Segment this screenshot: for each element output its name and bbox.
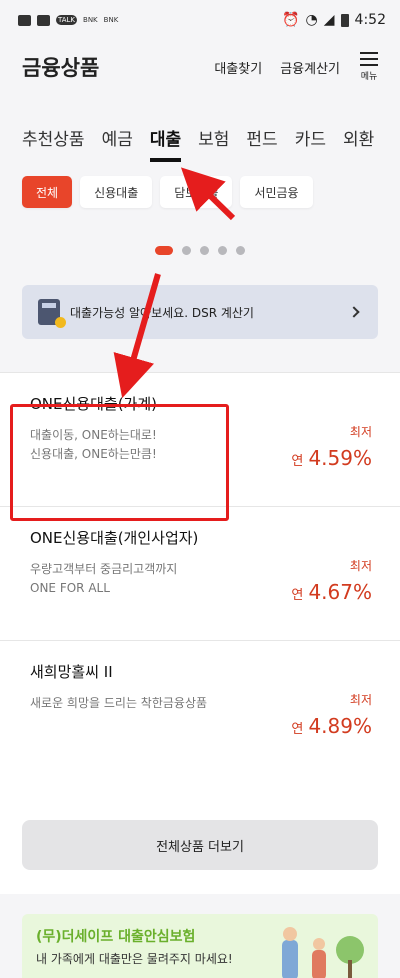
product-tabs: 추천상품 예금 대출 보험 펀드 카드 외환 — [0, 94, 400, 164]
insurance-promo-banner[interactable]: (무)더세이프 대출안심보험 내 가족에게 대출만은 물려주지 마세요! — [22, 914, 378, 978]
signal-icon: ◢ — [323, 12, 335, 28]
status-time: 4:52 — [354, 12, 386, 28]
bank-icon: BNK — [83, 15, 98, 24]
carousel-dot[interactable] — [236, 246, 245, 255]
product-name: 새희망홀씨 II — [30, 663, 113, 681]
family-illustration-icon — [282, 927, 364, 978]
carousel-dot[interactable] — [182, 246, 191, 255]
financial-calculator-link[interactable]: 금융계산기 — [280, 58, 340, 77]
view-all-products-button[interactable]: 전체상품 더보기 — [22, 820, 378, 870]
rate-value: 4.59% — [308, 446, 372, 470]
app-header: 금융상품 대출찾기 금융계산기 메뉴 — [0, 40, 400, 94]
calculator-icon — [38, 299, 66, 328]
carousel-dot[interactable] — [200, 246, 209, 255]
battery-icon — [340, 13, 349, 27]
tab-fund[interactable]: 펀드 — [246, 125, 277, 154]
page-title: 금융상품 — [22, 56, 100, 80]
carousel-dot-active[interactable] — [155, 246, 173, 255]
tab-card[interactable]: 카드 — [295, 125, 326, 154]
carousel-indicator — [0, 246, 400, 255]
product-name: ONE신용대출(개인사업자) — [30, 529, 199, 547]
status-left-icons: TALK BNK BNK — [18, 14, 119, 26]
tab-recommended[interactable]: 추천상품 — [22, 125, 85, 154]
rate-prefix: 연 — [291, 588, 304, 603]
status-bar: TALK BNK BNK ⏰ ◔ ◢ 4:52 — [0, 0, 400, 40]
tab-insurance[interactable]: 보험 — [198, 125, 229, 154]
rate-box: 최저 연 4.59% — [291, 423, 372, 470]
wifi-icon: ◔ — [305, 12, 318, 28]
more-section: 전체상품 더보기 — [0, 774, 400, 894]
tab-deposit[interactable]: 예금 — [102, 125, 133, 154]
tab-forex[interactable]: 외환 — [343, 125, 374, 154]
gallery-icon — [18, 14, 31, 26]
tab-loan[interactable]: 대출 — [149, 125, 182, 162]
menu-label: 메뉴 — [360, 72, 378, 82]
banner-text: 대출가능성 알아보세요. DSR 계산기 — [70, 305, 254, 320]
chip-all[interactable]: 전체 — [22, 176, 73, 208]
rate-label: 최저 — [349, 425, 372, 439]
chevron-right-icon — [348, 306, 360, 318]
rate-label: 최저 — [349, 559, 372, 573]
product-list: ONE신용대출(가계) 대출이동, ONE하는대로! 신용대출, ONE하는만큼… — [0, 372, 400, 774]
status-right: ⏰ ◔ ◢ 4:52 — [282, 12, 386, 28]
carousel-dot[interactable] — [218, 246, 227, 255]
rate-prefix: 연 — [291, 722, 304, 737]
rate-value: 4.67% — [308, 580, 372, 604]
loan-search-link[interactable]: 대출찾기 — [214, 58, 262, 77]
filter-chips: 전체 신용대출 담보대출 서민금융 — [0, 176, 400, 208]
rate-box: 최저 연 4.89% — [291, 691, 372, 738]
bank-icon: BNK — [103, 15, 119, 24]
chip-secured-loan[interactable]: 담보대출 — [160, 176, 233, 208]
chip-low-income-finance[interactable]: 서민금융 — [240, 176, 313, 208]
list-item[interactable]: ONE신용대출(개인사업자) 우량고객부터 중금리고객까지 ONE FOR AL… — [0, 506, 400, 640]
rate-value: 4.89% — [308, 714, 372, 738]
dsr-calculator-banner[interactable]: 대출가능성 알아보세요. DSR 계산기 — [22, 285, 378, 339]
rate-label: 최저 — [349, 693, 372, 707]
talk-icon: TALK — [56, 15, 78, 25]
rate-box: 최저 연 4.67% — [291, 557, 372, 604]
rate-prefix: 연 — [291, 454, 304, 469]
menu-button[interactable]: 메뉴 — [360, 52, 378, 82]
list-item[interactable]: 새희망홀씨 II 새로운 희망을 드리는 착한금융상품 최저 연 4.89% — [0, 640, 400, 774]
hamburger-icon — [360, 52, 378, 66]
chip-credit-loan[interactable]: 신용대출 — [80, 176, 153, 208]
alarm-icon: ⏰ — [282, 12, 300, 28]
product-name: ONE신용대출(가계) — [30, 395, 158, 413]
image-icon — [37, 14, 50, 26]
list-item[interactable]: ONE신용대출(가계) 대출이동, ONE하는대로! 신용대출, ONE하는만큼… — [0, 372, 400, 506]
